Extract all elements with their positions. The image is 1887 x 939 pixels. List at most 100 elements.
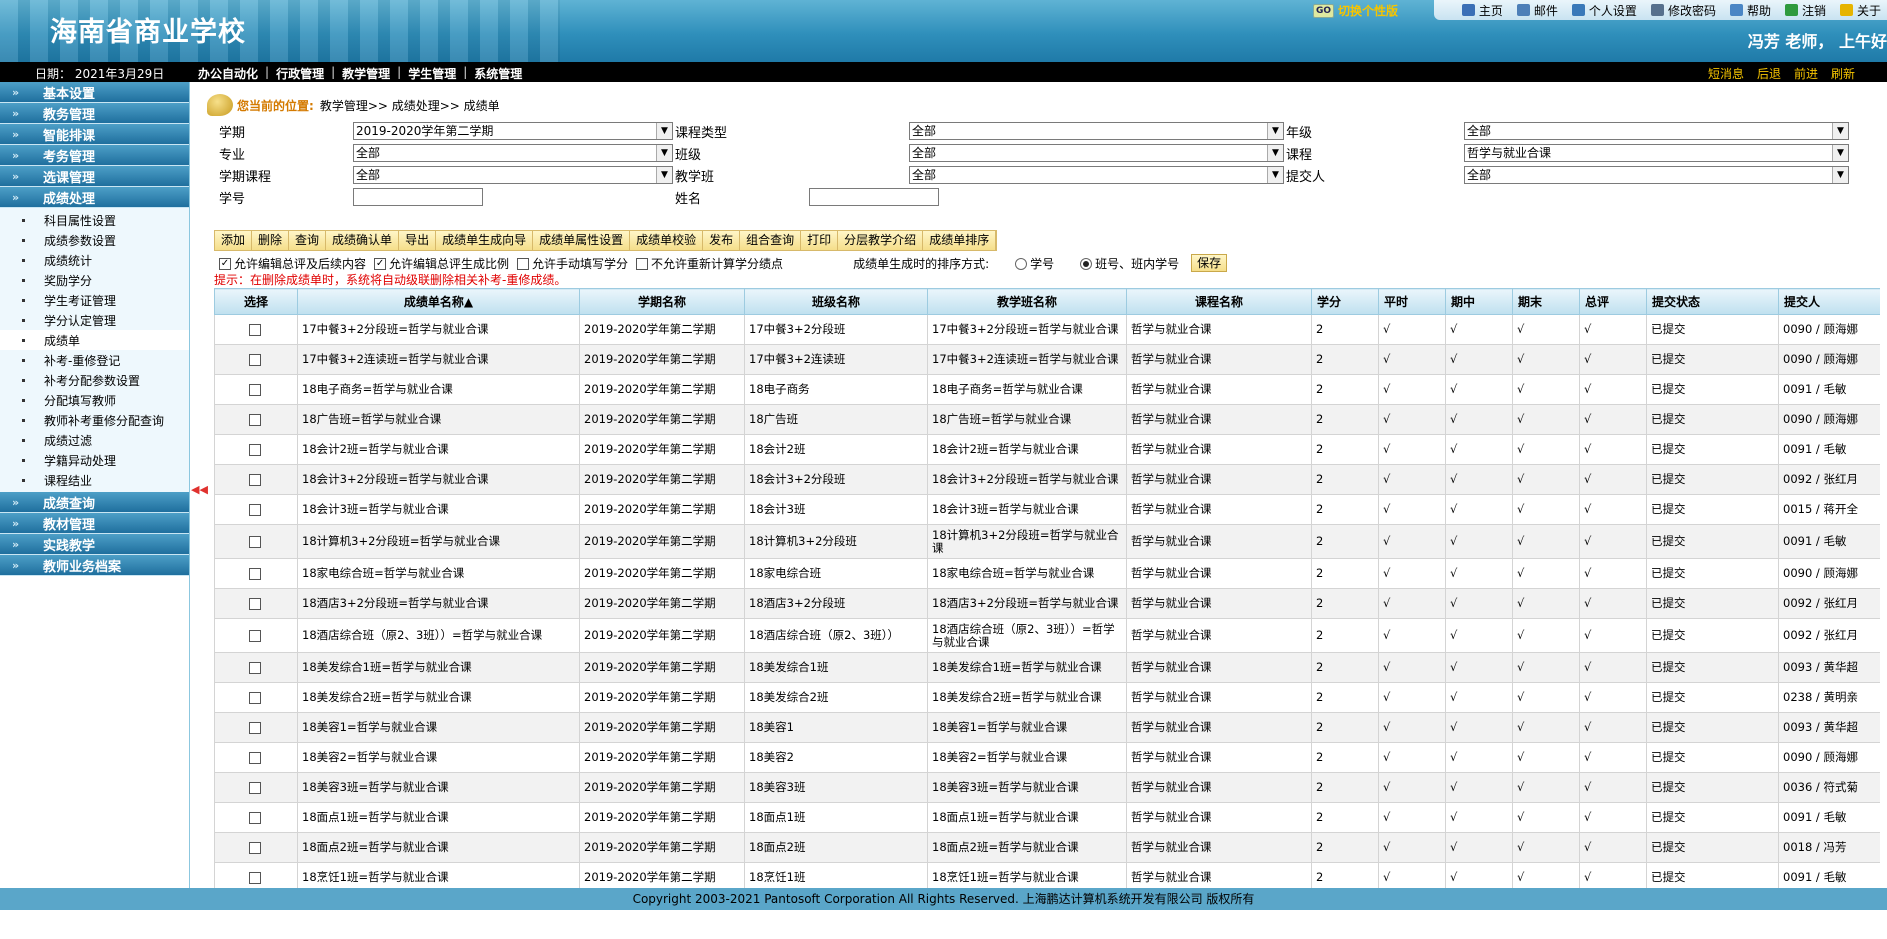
sidebar-item-10[interactable]: 教师补考重修分配查询: [0, 410, 189, 430]
column-header-1[interactable]: 成绩单名称▲: [297, 288, 580, 315]
sidebar-item-4[interactable]: 学生考证管理: [0, 290, 189, 310]
course-type-select[interactable]: 全部 ▼: [909, 122, 1284, 140]
sidebar-item-3[interactable]: 奖励学分: [0, 270, 189, 290]
row-checkbox[interactable]: [248, 597, 261, 610]
row-checkbox[interactable]: [248, 629, 261, 642]
top-link-0[interactable]: 主页: [1461, 2, 1503, 19]
row-checkbox[interactable]: [248, 535, 261, 548]
toolbar-button-9[interactable]: 组合查询: [740, 231, 802, 250]
toolbar-button-0[interactable]: 添加: [215, 231, 253, 250]
checkbox-checked-icon[interactable]: ✓: [374, 258, 387, 270]
toolbar-button-11[interactable]: 分层教学介绍: [838, 231, 924, 250]
nav-link-0[interactable]: 短消息: [1708, 65, 1744, 82]
row-checkbox[interactable]: [248, 323, 261, 336]
sidebar-item-13[interactable]: 课程结业: [0, 470, 189, 490]
grade-select[interactable]: 全部 ▼: [1464, 122, 1849, 140]
sidebar-item-0[interactable]: 科目属性设置: [0, 210, 189, 230]
top-link-4[interactable]: 帮助: [1729, 2, 1771, 19]
row-checkbox[interactable]: [248, 413, 261, 426]
sidebar-item-11[interactable]: 成绩过滤: [0, 430, 189, 450]
toolbar-button-7[interactable]: 成绩单校验: [630, 231, 704, 250]
sidebar-item-8[interactable]: 补考分配参数设置: [0, 370, 189, 390]
toolbar-button-10[interactable]: 打印: [801, 231, 839, 250]
toolbar-button-6[interactable]: 成绩单属性设置: [533, 231, 631, 250]
name-input[interactable]: [809, 188, 939, 206]
menu-item-1[interactable]: 行政管理: [276, 65, 324, 82]
nav-link-2[interactable]: 前进: [1794, 65, 1818, 82]
menu-item-2[interactable]: 教学管理: [342, 65, 390, 82]
radio-icon[interactable]: [1015, 258, 1028, 270]
sidebar-section-sections_top-5[interactable]: » 成绩处理: [0, 187, 189, 208]
sidebar-section-sections_top-1[interactable]: » 教务管理: [0, 103, 189, 124]
row-checkbox[interactable]: [248, 661, 261, 674]
toolbar-button-8[interactable]: 发布: [703, 231, 741, 250]
sidebar-item-2[interactable]: 成绩统计: [0, 250, 189, 270]
row-checkbox[interactable]: [248, 353, 261, 366]
toolbar-button-3[interactable]: 成绩确认单: [326, 231, 400, 250]
row-checkbox[interactable]: [248, 473, 261, 486]
student-no-input[interactable]: [353, 188, 483, 206]
row-checkbox[interactable]: [248, 443, 261, 456]
sidebar-section-sections_top-0[interactable]: » 基本设置: [0, 82, 189, 103]
switch-profile-link[interactable]: GO 切换个性版: [1313, 2, 1398, 19]
course-select[interactable]: 哲学与就业合课 ▼: [1464, 144, 1849, 162]
radio-selected-icon[interactable]: [1080, 258, 1093, 270]
sidebar-section-sections_top-2[interactable]: » 智能排课: [0, 124, 189, 145]
row-checkbox[interactable]: [248, 691, 261, 704]
save-button[interactable]: 保存: [1191, 254, 1228, 272]
sidebar-section-sections_bottom-0[interactable]: » 成绩查询: [0, 492, 189, 513]
row-checkbox[interactable]: [248, 721, 261, 734]
toolbar-button-1[interactable]: 删除: [252, 231, 290, 250]
row-checkbox[interactable]: [248, 751, 261, 764]
sidebar-section-sections_bottom-1[interactable]: » 教材管理: [0, 513, 189, 534]
nav-link-3[interactable]: 刷新: [1831, 65, 1855, 82]
toolbar-button-2[interactable]: 查询: [289, 231, 327, 250]
toolbar-button-12[interactable]: 成绩单排序: [923, 231, 997, 250]
allow-manual-credit-option[interactable]: 允许手动填写学分: [517, 255, 628, 272]
collapse-sidebar-icon[interactable]: ◀◀: [191, 483, 208, 496]
allow-ratio-edit-option[interactable]: ✓ 允许编辑总评生成比例: [374, 255, 509, 272]
menu-item-3[interactable]: 学生管理: [408, 65, 456, 82]
checkbox-icon[interactable]: [636, 258, 649, 270]
row-checkbox[interactable]: [248, 503, 261, 516]
row-checkbox[interactable]: [248, 811, 261, 824]
term-select[interactable]: 2019-2020学年第二学期 ▼: [353, 122, 673, 140]
sidebar-item-6[interactable]: 成绩单: [0, 330, 189, 350]
submitter-select[interactable]: 全部 ▼: [1464, 166, 1849, 184]
top-link-1[interactable]: 邮件: [1516, 2, 1558, 19]
top-link-3[interactable]: 修改密码: [1650, 2, 1716, 19]
menu-item-4[interactable]: 系统管理: [474, 65, 522, 82]
allow-total-edit-option[interactable]: ✓ 允许编辑总评及后续内容: [219, 255, 366, 272]
row-checkbox[interactable]: [248, 383, 261, 396]
sidebar-item-12[interactable]: 学籍异动处理: [0, 450, 189, 470]
major-select[interactable]: 全部 ▼: [353, 144, 673, 162]
checkbox-checked-icon[interactable]: ✓: [219, 258, 231, 270]
no-recalc-option[interactable]: 不允许重新计算学分绩点: [636, 255, 783, 272]
row-checkbox[interactable]: [248, 781, 261, 794]
top-link-6[interactable]: 关于: [1839, 2, 1881, 19]
sort-by-class-option[interactable]: 班号、班内学号: [1080, 255, 1179, 272]
sidebar-section-sections_top-4[interactable]: » 选课管理: [0, 166, 189, 187]
sidebar-item-9[interactable]: 分配填写教师: [0, 390, 189, 410]
sort-by-no-option[interactable]: 学号: [1015, 255, 1054, 272]
sidebar-section-sections_top-3[interactable]: » 考务管理: [0, 145, 189, 166]
teach-class-select[interactable]: 全部 ▼: [909, 166, 1284, 184]
toolbar-button-4[interactable]: 导出: [399, 231, 437, 250]
menu-item-0[interactable]: 办公自动化: [198, 65, 258, 82]
sidebar-item-5[interactable]: 学分认定管理: [0, 310, 189, 330]
sidebar-item-1[interactable]: 成绩参数设置: [0, 230, 189, 250]
sidebar-section-sections_bottom-2[interactable]: » 实践教学: [0, 534, 189, 555]
checkbox-icon[interactable]: [517, 258, 530, 270]
table-cell: √: [1378, 802, 1446, 833]
row-checkbox[interactable]: [248, 871, 261, 884]
top-link-5[interactable]: 注销: [1784, 2, 1826, 19]
row-checkbox[interactable]: [248, 841, 261, 854]
class-select[interactable]: 全部 ▼: [909, 144, 1284, 162]
sidebar-section-sections_bottom-3[interactable]: » 教师业务档案: [0, 555, 189, 576]
top-link-2[interactable]: 个人设置: [1571, 2, 1637, 19]
nav-link-1[interactable]: 后退: [1757, 65, 1781, 82]
row-checkbox[interactable]: [248, 567, 261, 580]
toolbar-button-5[interactable]: 成绩单生成向导: [436, 231, 534, 250]
sidebar-item-7[interactable]: 补考-重修登记: [0, 350, 189, 370]
term-course-select[interactable]: 全部 ▼: [353, 166, 673, 184]
